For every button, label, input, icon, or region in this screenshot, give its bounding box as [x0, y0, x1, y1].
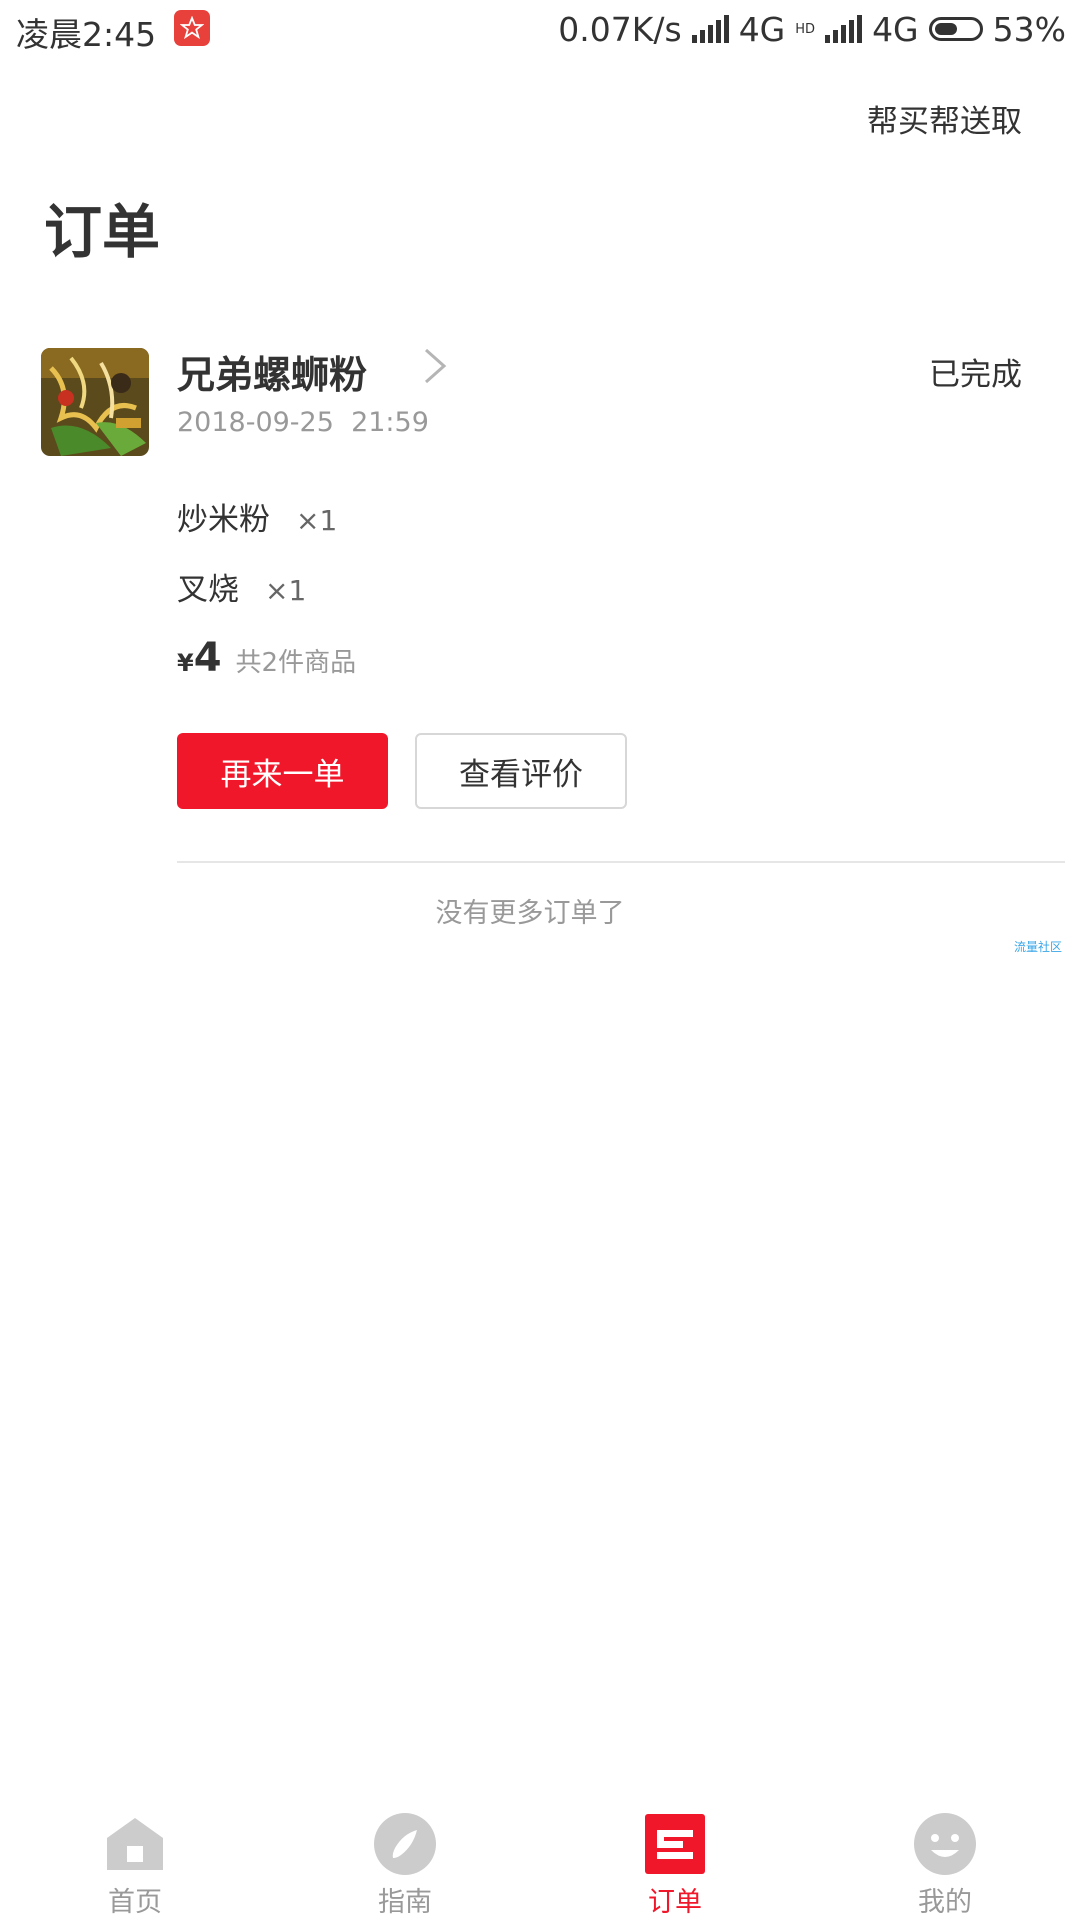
tab-label: 首页 [108, 1887, 162, 1918]
order-time: 2018-09-25 21:59 [177, 407, 429, 438]
tab-label: 指南 [378, 1887, 432, 1918]
tab-profile[interactable]: 我的 [810, 1780, 1080, 1920]
order-item: 叉烧 ×1 [177, 564, 306, 609]
chevron-right-icon[interactable] [418, 346, 452, 386]
home-icon [103, 1812, 167, 1876]
tab-label: 订单 [648, 1887, 702, 1918]
status-time: 凌晨2:45 [16, 15, 157, 54]
status-bar: 凌晨2:45 0.07K/s 4G HD 4G 53% [0, 0, 1080, 58]
item-name: 叉烧 [177, 572, 239, 608]
battery-icon [928, 17, 983, 41]
watermark-text: 流量社区 [1013, 940, 1062, 954]
bottom-tab-bar: 首页 指南 订单 我的 [0, 1780, 1080, 1920]
item-qty: ×1 [265, 574, 307, 607]
divider [177, 861, 1065, 863]
tab-home[interactable]: 首页 [0, 1780, 270, 1920]
status-indicators: 0.07K/s 4G HD 4G 53% [548, 8, 1066, 50]
tab-guide[interactable]: 指南 [270, 1780, 540, 1920]
tab-orders[interactable]: 订单 [540, 1780, 810, 1920]
network-type-2: 4G [872, 9, 919, 49]
network-type-1: 4G [738, 9, 786, 49]
item-qty: ×1 [296, 504, 338, 537]
signal-icon [691, 15, 729, 43]
view-review-button[interactable]: 查看评价 [415, 733, 627, 809]
item-count: 共2件商品 [235, 648, 357, 678]
hd-badge: HD [795, 21, 816, 37]
page-title: 订单 [44, 198, 161, 266]
price-summary: ¥ 4 共2件商品 [177, 635, 356, 681]
order-status: 已完成 [929, 357, 1022, 393]
star-badge-icon [174, 10, 210, 46]
price-currency: ¥ [177, 649, 194, 677]
network-speed: 0.07K/s [558, 9, 682, 49]
item-name: 炒米粉 [177, 502, 270, 538]
errand-service-link[interactable]: 帮买帮送取 [867, 96, 1022, 141]
battery-percent: 53% [992, 9, 1066, 49]
tab-label: 我的 [918, 1887, 972, 1918]
no-more-orders-text: 没有更多订单了 [435, 898, 625, 929]
shop-thumbnail[interactable] [41, 348, 149, 456]
compass-icon [373, 1812, 437, 1876]
order-price: 4 [193, 635, 222, 681]
reorder-button[interactable]: 再来一单 [177, 733, 388, 809]
profile-face-icon [913, 1812, 977, 1876]
order-item: 炒米粉 ×1 [177, 494, 337, 539]
shop-name[interactable]: 兄弟螺蛳粉 [177, 344, 367, 399]
order-icon [643, 1812, 707, 1876]
signal-icon-2 [825, 15, 863, 43]
